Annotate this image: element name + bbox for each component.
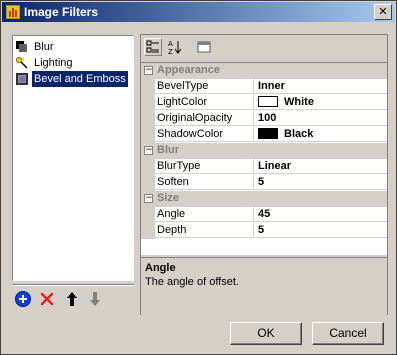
bevel-filter-icon xyxy=(16,73,28,85)
move-down-icon[interactable] xyxy=(87,291,103,307)
ok-button[interactable]: OK xyxy=(230,322,302,345)
category-row[interactable]: − Appearance xyxy=(141,63,387,79)
close-button[interactable]: ✕ xyxy=(374,4,392,20)
move-up-icon[interactable] xyxy=(64,291,80,307)
lighting-filter-icon xyxy=(16,57,28,69)
color-swatch xyxy=(258,96,278,107)
list-item-label: Blur xyxy=(34,41,54,53)
row-gutter xyxy=(141,127,155,143)
property-row[interactable]: Angle 45 xyxy=(141,207,387,223)
property-value-text: 5 xyxy=(258,224,265,236)
collapse-icon[interactable]: − xyxy=(144,66,153,75)
row-gutter xyxy=(141,79,155,95)
property-value[interactable]: 100 xyxy=(255,111,387,126)
filter-list[interactable]: Blur Lighting Bevel and Emboss xyxy=(12,35,134,281)
property-row[interactable]: ShadowColor Black xyxy=(141,127,387,143)
property-name: Soften xyxy=(155,175,254,190)
row-gutter xyxy=(141,223,155,239)
color-swatch xyxy=(258,128,278,139)
property-value[interactable]: White xyxy=(255,95,387,110)
row-gutter xyxy=(141,175,155,191)
property-value[interactable]: Inner xyxy=(255,79,387,94)
collapse-icon[interactable]: − xyxy=(144,146,153,155)
add-icon[interactable] xyxy=(15,291,31,307)
category-name: Appearance xyxy=(157,64,220,76)
property-name: BlurType xyxy=(155,159,254,174)
list-item-label: Lighting xyxy=(34,57,73,69)
collapse-icon[interactable]: − xyxy=(144,194,153,203)
cancel-button[interactable]: Cancel xyxy=(312,322,384,345)
property-name: Depth xyxy=(155,223,254,238)
alphabetical-icon: A Z xyxy=(168,40,182,56)
category-name: Size xyxy=(157,192,180,204)
property-value-text: White xyxy=(284,96,314,108)
property-name: LightColor xyxy=(155,95,254,110)
property-grid-body: − Appearance BevelType Inner LightColor White… xyxy=(141,62,387,255)
property-row[interactable]: LightColor White xyxy=(141,95,387,111)
description-title: Angle xyxy=(145,262,176,274)
property-row[interactable]: BlurType Linear xyxy=(141,159,387,175)
list-item-label: Bevel and Emboss xyxy=(32,71,128,87)
alphabetical-button[interactable]: A Z xyxy=(166,38,184,56)
property-name: BevelType xyxy=(155,79,254,94)
category-row[interactable]: − Size xyxy=(141,191,387,207)
property-row[interactable]: BevelType Inner xyxy=(141,79,387,95)
property-value-text: Linear xyxy=(258,160,292,172)
property-value-text: 45 xyxy=(258,208,271,220)
property-value-text: Inner xyxy=(258,80,285,92)
property-value[interactable]: 5 xyxy=(255,175,387,190)
property-name: Angle xyxy=(155,207,254,222)
property-name: ShadowColor xyxy=(155,127,254,142)
property-row[interactable]: Soften 5 xyxy=(141,175,387,191)
property-pages-button[interactable] xyxy=(195,38,213,56)
blur-filter-icon xyxy=(16,41,27,52)
svg-text:A: A xyxy=(168,40,173,48)
svg-text:Z: Z xyxy=(168,48,173,55)
image-filters-dialog: Image Filters ✕ Blur Lighting Bevel and … xyxy=(0,0,397,355)
close-icon: ✕ xyxy=(378,5,388,18)
property-value-text: 100 xyxy=(258,112,277,124)
property-name: OriginalOpacity xyxy=(155,111,254,126)
row-gutter xyxy=(141,111,155,127)
window-title: Image Filters xyxy=(24,5,99,19)
delete-icon[interactable] xyxy=(39,291,55,307)
property-value[interactable]: Linear xyxy=(255,159,387,174)
categorized-icon xyxy=(146,40,159,53)
title-bar[interactable]: Image Filters ✕ xyxy=(2,2,395,22)
app-icon xyxy=(6,5,20,19)
property-row[interactable]: OriginalOpacity 100 xyxy=(141,111,387,127)
property-value[interactable]: 5 xyxy=(255,223,387,238)
property-grid-toolbar: A Z xyxy=(141,35,387,60)
category-name: Blur xyxy=(157,144,179,156)
property-grid: A Z − Appearance BevelType Inner LightColor W… xyxy=(140,34,388,315)
property-row[interactable]: Depth 5 xyxy=(141,223,387,239)
category-row[interactable]: − Blur xyxy=(141,143,387,159)
row-gutter xyxy=(141,207,155,223)
description-panel: Angle The angle of offset. xyxy=(141,257,387,315)
description-text: The angle of offset. xyxy=(145,276,239,288)
property-value-text: Black xyxy=(284,128,314,140)
row-gutter xyxy=(141,95,155,111)
categorized-button[interactable] xyxy=(144,38,162,56)
property-pages-icon xyxy=(197,41,211,53)
property-value[interactable]: Black xyxy=(255,127,387,142)
row-gutter xyxy=(141,159,155,175)
divider xyxy=(12,284,134,286)
property-value-text: 5 xyxy=(258,176,265,188)
property-value[interactable]: 45 xyxy=(255,207,387,222)
